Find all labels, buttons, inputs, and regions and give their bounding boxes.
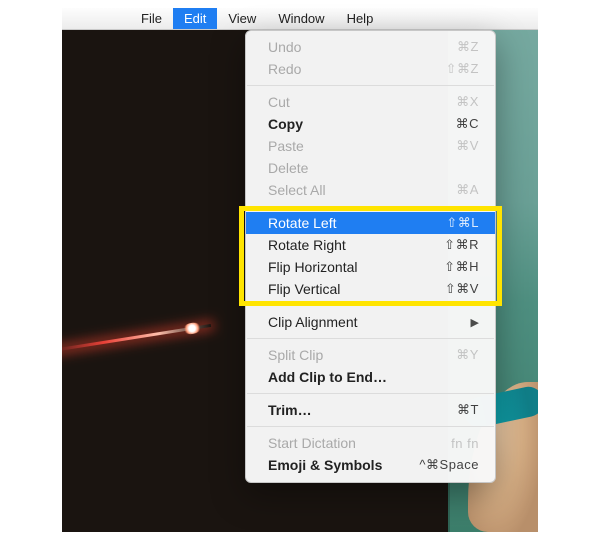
menu-separator [247, 85, 494, 86]
menu-item-label: Delete [268, 160, 308, 176]
menu-item-split-clip: Split Clip ⌘Y [246, 344, 495, 366]
menu-item-label: Split Clip [268, 347, 323, 363]
menu-item-shortcut: ⌘C [456, 116, 479, 132]
menu-item-rotate-right[interactable]: Rotate Right ⇧⌘R [246, 234, 495, 256]
menu-item-label: Clip Alignment [268, 314, 358, 330]
menu-item-flip-vertical[interactable]: Flip Vertical ⇧⌘V [246, 278, 495, 300]
menu-item-emoji-symbols[interactable]: Emoji & Symbols ^⌘Space [246, 454, 495, 476]
menu-item-label: Add Clip to End… [268, 369, 387, 385]
menu-label: View [228, 11, 256, 26]
menu-item-label: Rotate Right [268, 237, 346, 253]
menu-separator [247, 426, 494, 427]
menu-item-flip-horizontal[interactable]: Flip Horizontal ⇧⌘H [246, 256, 495, 278]
menu-item-undo: Undo ⌘Z [246, 36, 495, 58]
menu-item-shortcut: ⌘T [457, 402, 479, 418]
chevron-right-icon: ▶ [471, 316, 479, 329]
menu-separator [247, 393, 494, 394]
menu-item-shortcut: ⌘X [456, 94, 479, 110]
menu-item-label: Flip Vertical [268, 281, 340, 297]
menu-item-rotate-left[interactable]: Rotate Left ⇧⌘L [246, 212, 495, 234]
menu-item-shortcut: ⌘A [456, 182, 479, 198]
menu-item-label: Trim… [268, 402, 312, 418]
menu-label: Help [347, 11, 374, 26]
menu-item-label: Select All [268, 182, 326, 198]
menu-label: Window [278, 11, 324, 26]
menu-item-label: Cut [268, 94, 290, 110]
menu-separator [247, 206, 494, 207]
menu-item-copy[interactable]: Copy ⌘C [246, 113, 495, 135]
menu-label: Edit [184, 11, 206, 26]
menu-view[interactable]: View [217, 8, 267, 29]
background-spark [62, 324, 211, 355]
menu-window[interactable]: Window [267, 8, 335, 29]
menu-item-add-clip-to-end[interactable]: Add Clip to End… [246, 366, 495, 388]
menu-item-label: Rotate Left [268, 215, 337, 231]
menu-item-label: Flip Horizontal [268, 259, 357, 275]
menu-item-shortcut: ⌘Z [457, 39, 479, 55]
menu-separator [247, 338, 494, 339]
menu-item-label: Copy [268, 116, 303, 132]
menu-item-label: Emoji & Symbols [268, 457, 382, 473]
menu-label: File [141, 11, 162, 26]
menu-item-shortcut: ⇧⌘R [444, 237, 479, 253]
menu-item-shortcut: ⌘V [456, 138, 479, 154]
edit-dropdown: Undo ⌘Z Redo ⇧⌘Z Cut ⌘X Copy ⌘C Paste ⌘V Delete Sel… [245, 30, 496, 483]
menubar: File Edit View Window Help [62, 8, 538, 30]
menu-item-shortcut: ⇧⌘V [445, 281, 479, 297]
menu-help[interactable]: Help [336, 8, 385, 29]
menu-item-label: Redo [268, 61, 301, 77]
menu-item-shortcut: ⌘Y [456, 347, 479, 363]
menu-item-paste: Paste ⌘V [246, 135, 495, 157]
menu-item-trim[interactable]: Trim… ⌘T [246, 399, 495, 421]
menu-item-label: Paste [268, 138, 304, 154]
menu-item-cut: Cut ⌘X [246, 91, 495, 113]
menu-item-shortcut: ⇧⌘H [444, 259, 479, 275]
menu-file[interactable]: File [130, 8, 173, 29]
menu-item-shortcut: fn fn [451, 436, 479, 451]
menu-item-label: Undo [268, 39, 301, 55]
menu-item-label: Start Dictation [268, 435, 356, 451]
menu-item-redo: Redo ⇧⌘Z [246, 58, 495, 80]
menu-edit[interactable]: Edit [173, 8, 217, 29]
menu-item-delete: Delete [246, 157, 495, 179]
menu-item-start-dictation: Start Dictation fn fn [246, 432, 495, 454]
menu-item-select-all: Select All ⌘A [246, 179, 495, 201]
menu-separator [247, 305, 494, 306]
menu-item-shortcut: ⇧⌘Z [446, 61, 479, 77]
menu-item-clip-alignment[interactable]: Clip Alignment ▶ [246, 311, 495, 333]
menu-item-shortcut: ⇧⌘L [446, 215, 479, 231]
menu-item-shortcut: ^⌘Space [419, 457, 479, 473]
